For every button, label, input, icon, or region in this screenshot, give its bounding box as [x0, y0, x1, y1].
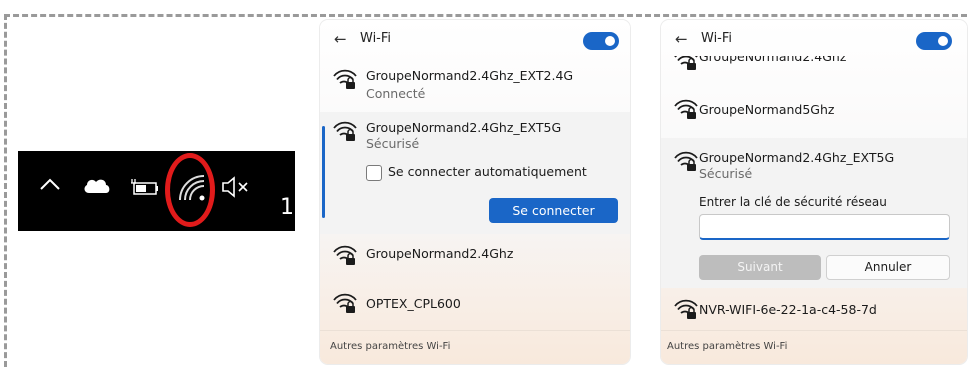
network-item[interactable]: NVR-WIFI-6e-22-1a-c4-58-7d — [661, 296, 967, 326]
security-key-input[interactable] — [699, 214, 950, 240]
network-status: Sécurisé — [366, 136, 420, 151]
panel-footer: Autres paramètres Wi-Fi — [320, 330, 630, 364]
wifi-toggle[interactable] — [583, 32, 619, 50]
back-arrow-icon[interactable]: ← — [675, 30, 688, 48]
network-name: GroupeNormand2.4Ghz_EXT5G — [366, 120, 562, 135]
onedrive-cloud-icon[interactable] — [82, 175, 112, 199]
auto-connect-checkbox[interactable] — [366, 165, 382, 181]
more-wifi-settings-link[interactable]: Autres paramètres Wi-Fi — [330, 341, 450, 352]
network-name: GroupeNormand2.4Ghz — [366, 246, 514, 261]
battery-plug-icon[interactable] — [130, 177, 162, 201]
highlight-circle — [165, 153, 215, 227]
security-key-label: Entrer la clé de sécurité réseau — [699, 195, 887, 209]
secured-wifi-icon — [673, 98, 699, 124]
more-wifi-settings-link[interactable]: Autres paramètres Wi-Fi — [667, 341, 787, 352]
network-item-selected[interactable]: GroupeNormand2.4Ghz_EXT5G Sécurisé — [320, 116, 630, 156]
network-name: GroupeNormand2.4Ghz — [699, 56, 847, 64]
panel-title: Wi-Fi — [701, 31, 733, 46]
network-item[interactable]: GroupeNormand2.4Ghz — [320, 242, 630, 282]
clock-partial[interactable]: 15 — [280, 195, 295, 220]
panel-header: ← Wi-Fi — [320, 20, 630, 62]
dashed-frame-left — [4, 14, 7, 367]
secured-wifi-icon — [332, 120, 358, 146]
panel-title: Wi-Fi — [360, 31, 392, 46]
dashed-frame-top — [4, 14, 967, 17]
wifi-toggle[interactable] — [916, 32, 952, 50]
network-item-selected[interactable]: GroupeNormand2.4Ghz_EXT5G Sécurisé — [661, 146, 967, 186]
network-status: Sécurisé — [699, 166, 753, 181]
auto-connect-label: Se connecter automatiquement — [388, 164, 587, 179]
network-item-scrolled[interactable]: GroupeNormand2.4Ghz — [661, 56, 967, 70]
secured-wifi-icon — [673, 56, 699, 70]
network-item[interactable]: GroupeNormand2.4Ghz_EXT2.4G Connecté — [320, 64, 630, 114]
network-item[interactable]: GroupeNormand5Ghz — [661, 96, 967, 136]
back-arrow-icon[interactable]: ← — [334, 30, 347, 48]
network-name: GroupeNormand2.4Ghz_EXT5G — [699, 150, 895, 165]
network-item[interactable]: OPTEX_CPL600 — [320, 290, 630, 330]
cancel-button[interactable]: Annuler — [826, 255, 950, 280]
wifi-panel-security-key: ← Wi-Fi GroupeNormand2.4Ghz GroupeNorman… — [661, 20, 967, 364]
network-status: Connecté — [366, 86, 426, 101]
chevron-up-icon[interactable] — [38, 173, 62, 201]
secured-wifi-icon — [332, 292, 358, 318]
network-name: GroupeNormand2.4Ghz_EXT2.4G — [366, 68, 574, 83]
secured-wifi-icon — [332, 244, 358, 270]
next-button[interactable]: Suivant — [699, 255, 821, 280]
secured-wifi-icon — [673, 298, 699, 324]
taskbar-crop: 15 — [18, 151, 295, 231]
secured-wifi-icon — [673, 150, 699, 176]
panel-footer: Autres paramètres Wi-Fi — [661, 330, 967, 364]
network-name: OPTEX_CPL600 — [366, 296, 461, 311]
wifi-panel-connect: ← Wi-Fi GroupeNormand2.4Ghz_EXT2.4G Conn… — [320, 20, 630, 364]
speaker-muted-icon[interactable] — [220, 175, 252, 203]
connect-button[interactable]: Se connecter — [489, 198, 618, 223]
network-name: NVR-WIFI-6e-22-1a-c4-58-7d — [699, 302, 877, 317]
secured-wifi-icon — [332, 68, 358, 94]
network-name: GroupeNormand5Ghz — [699, 102, 835, 117]
